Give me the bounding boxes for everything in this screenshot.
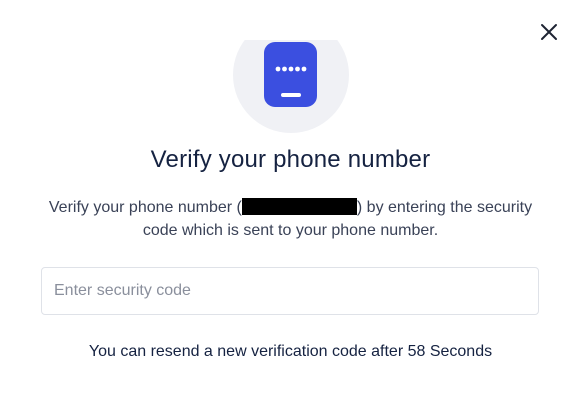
redacted-phone-number [241, 198, 357, 215]
phone-passcode-icon [264, 42, 317, 107]
resend-countdown-text: You can resend a new verification code a… [88, 343, 493, 360]
close-button[interactable] [537, 22, 561, 46]
modal-title: Verify your phone number [150, 146, 431, 173]
verify-phone-modal: Verify your phone number Verify your pho… [0, 0, 581, 416]
security-code-input[interactable] [41, 267, 539, 315]
description-text-before: Verify your phone number ( [48, 199, 242, 216]
modal-description: Verify your phone number () by entering … [40, 196, 541, 242]
close-icon [540, 23, 558, 46]
hero-illustration [233, 17, 349, 134]
